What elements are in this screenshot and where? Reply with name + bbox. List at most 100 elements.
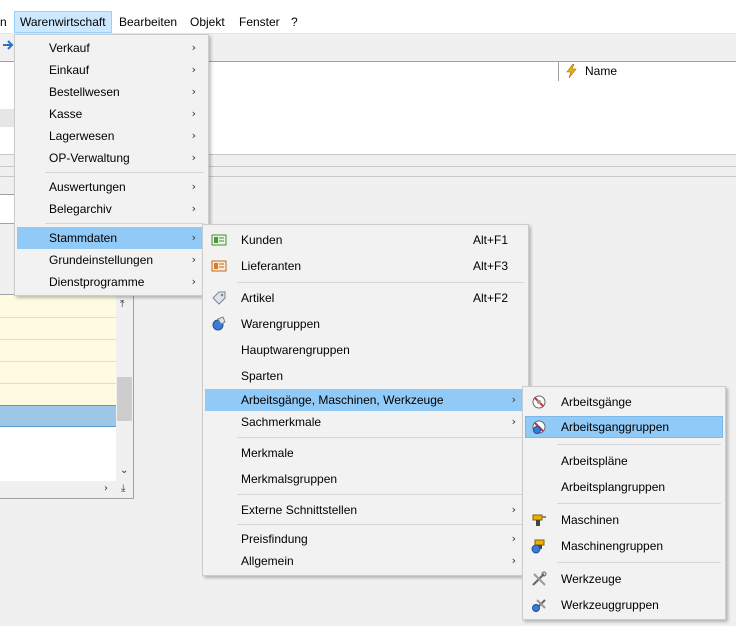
scroll-bottom-icon[interactable]: ⤓ (121, 483, 125, 494)
lightning-icon (566, 64, 577, 78)
menu-item-auswertungen[interactable]: Auswertungen › (17, 176, 206, 198)
chevron-right-icon: › (191, 41, 196, 54)
menu-item-label: Werkzeuge (561, 572, 622, 586)
chevron-right-icon: › (191, 202, 196, 215)
chevron-right-icon: › (191, 180, 196, 193)
menu-datei-partial[interactable]: n (0, 12, 12, 32)
menu-item-label: Arbeitspläne (561, 454, 628, 468)
menu-item-werkzeuggruppen[interactable]: Werkzeuggruppen (525, 594, 723, 616)
scroll-top-icon[interactable]: ⤒ (120, 299, 124, 310)
menu-item-externe-schnittstellen[interactable]: Externe Schnittstellen › (205, 499, 526, 521)
column-header-name-label: Name (585, 64, 618, 78)
menu-item-kasse[interactable]: Kasse › (17, 103, 206, 125)
shortcut-label: Alt+F1 (473, 233, 509, 247)
menu-item-label: Arbeitsganggruppen (561, 420, 670, 434)
menu-item-label: Arbeitsplangruppen (561, 480, 666, 494)
menu-item-merkmalsgruppen[interactable]: Merkmalsgruppen (205, 468, 526, 490)
chevron-right-icon: › (191, 253, 196, 266)
menu-item-arbeitsganggruppen[interactable]: Arbeitsganggruppen (525, 416, 723, 438)
menu-item-verkauf[interactable]: Verkauf › (17, 37, 206, 59)
menu-item-kunden[interactable]: Kunden Alt+F1 (205, 229, 526, 251)
menu-separator (557, 562, 721, 563)
menu-fenster[interactable]: Fenster (234, 12, 285, 32)
menu-item-sparten[interactable]: Sparten (205, 365, 526, 387)
menu-item-arbeitsplaene[interactable]: Arbeitspläne (525, 450, 723, 472)
menu-item-arbeitsgaenge[interactable]: Arbeitsgänge (525, 391, 723, 413)
menu-separator (237, 282, 524, 283)
horizontal-scrollbar[interactable]: › ⤓ (0, 481, 133, 498)
menu-objekt[interactable]: Objekt (185, 12, 230, 32)
chevron-right-icon: › (191, 275, 196, 288)
menu-separator (237, 494, 524, 495)
menu-item-warengruppen[interactable]: Warengruppen (205, 313, 526, 335)
chevron-right-icon: › (511, 554, 516, 567)
menu-item-werkzeuge[interactable]: Werkzeuge (525, 568, 723, 590)
menu-item-preisfindung[interactable]: Preisfindung › (205, 528, 526, 550)
chevron-right-icon: › (511, 503, 516, 516)
menu-separator (237, 437, 524, 438)
menu-item-arbeitsplangruppen[interactable]: Arbeitsplangruppen (525, 476, 723, 498)
menu-item-dienstprogramme[interactable]: Dienstprogramme › (17, 271, 206, 293)
menu-item-label: Arbeitsgänge, Maschinen, Werkzeuge (241, 393, 444, 407)
column-header-name[interactable]: Name (558, 61, 736, 81)
detail-list[interactable]: ⤒ ⌄ › ⤓ (0, 294, 134, 499)
arbeitsgaenge-submenu: Arbeitsgänge Arbeitsganggruppen Arbeitsp… (522, 386, 726, 620)
scroll-right-icon[interactable]: › (104, 483, 108, 494)
menu-item-sachmerkmale[interactable]: Sachmerkmale › (205, 411, 526, 433)
menu-item-hauptwarengruppen[interactable]: Hauptwarengruppen (205, 339, 526, 361)
menu-item-merkmale[interactable]: Merkmale (205, 442, 526, 464)
scroll-down-icon[interactable]: ⌄ (120, 465, 128, 476)
input-box[interactable] (0, 194, 15, 224)
menu-item-bestellwesen[interactable]: Bestellwesen › (17, 81, 206, 103)
menu-item-artikel[interactable]: Artikel Alt+F2 (205, 287, 526, 309)
menu-item-label: Maschinengruppen (561, 539, 664, 553)
menu-item-lieferanten[interactable]: Lieferanten Alt+F3 (205, 255, 526, 277)
menu-item-label: Warengruppen (241, 317, 320, 331)
menu-item-arbeitsgaenge-maschinen-werkzeuge[interactable]: Arbeitsgänge, Maschinen, Werkzeuge › (205, 389, 526, 411)
chevron-right-icon: › (191, 85, 196, 98)
menu-help[interactable]: ? (286, 12, 303, 32)
menu-item-label: Bestellwesen (49, 85, 120, 99)
chevron-right-icon: › (511, 393, 516, 406)
menu-bar: n Warenwirtschaft Bearbeiten Objekt Fens… (0, 0, 736, 34)
menu-item-label: Arbeitsgänge (561, 395, 632, 409)
menu-item-op-verwaltung[interactable]: OP-Verwaltung › (17, 147, 206, 169)
menu-item-lagerwesen[interactable]: Lagerwesen › (17, 125, 206, 147)
menu-item-label: Allgemein (241, 554, 294, 568)
menu-item-label: Merkmalsgruppen (241, 472, 338, 486)
work-step-icon (532, 395, 546, 409)
article-tag-icon (212, 291, 226, 305)
menu-item-label: Stammdaten (49, 231, 118, 245)
chevron-right-icon: › (191, 231, 196, 244)
menu-item-label: Preisfindung (241, 532, 308, 546)
menu-item-label: Externe Schnittstellen (241, 503, 358, 517)
drill-machine-icon (532, 514, 546, 526)
shortcut-label: Alt+F2 (473, 291, 509, 305)
chevron-right-icon: › (191, 151, 196, 164)
menu-item-maschinen[interactable]: Maschinen (525, 509, 723, 531)
menu-item-label: Merkmale (241, 446, 294, 460)
menu-item-belegarchiv[interactable]: Belegarchiv › (17, 198, 206, 220)
menu-item-grundeinstellungen[interactable]: Grundeinstellungen › (17, 249, 206, 271)
menu-item-label: Werkzeuggruppen (561, 598, 659, 612)
menu-item-label: Belegarchiv (49, 202, 112, 216)
menu-item-label: Einkauf (49, 63, 90, 77)
menu-item-label: Maschinen (561, 513, 620, 527)
menu-warenwirtschaft[interactable]: Warenwirtschaft (14, 11, 112, 33)
menu-separator (45, 172, 204, 173)
menu-item-label: Lieferanten (241, 259, 302, 273)
menu-item-label: Auswertungen (49, 180, 126, 194)
menu-bearbeiten[interactable]: Bearbeiten (114, 12, 182, 32)
menu-item-allgemein[interactable]: Allgemein › (205, 550, 526, 572)
scrollbar-thumb[interactable] (117, 377, 132, 421)
list-selected-row[interactable] (0, 405, 116, 427)
menu-item-einkauf[interactable]: Einkauf › (17, 59, 206, 81)
vertical-scrollbar[interactable]: ⤒ ⌄ (116, 295, 133, 481)
menu-item-maschinengruppen[interactable]: Maschinengruppen (525, 535, 723, 557)
list-row-line (0, 317, 116, 318)
menu-separator (45, 223, 204, 224)
menu-item-stammdaten[interactable]: Stammdaten › (17, 227, 206, 249)
menu-item-label: Hauptwarengruppen (241, 343, 350, 357)
stammdaten-menu: Kunden Alt+F1 Lieferanten Alt+F3 Artikel… (202, 224, 529, 576)
menu-item-label: Kasse (49, 107, 83, 121)
